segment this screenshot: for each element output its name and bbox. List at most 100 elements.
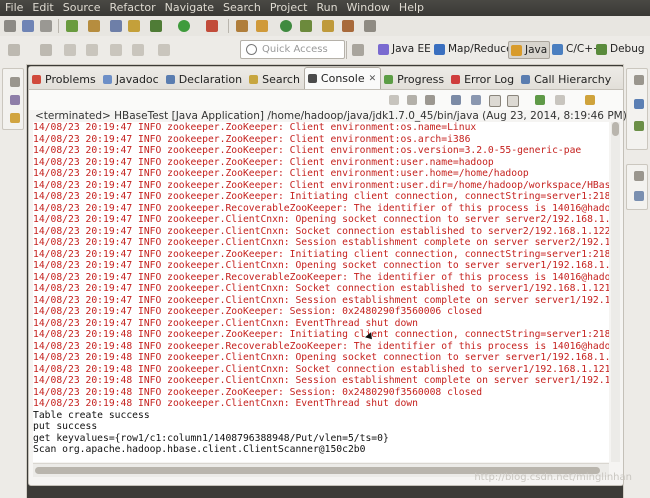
pin-console-icon[interactable] xyxy=(535,95,545,105)
console-line-stdout: put success xyxy=(33,421,98,432)
tool-icon[interactable] xyxy=(88,20,100,32)
show-on-stdout-icon[interactable] xyxy=(489,95,501,107)
perspective-label: Java xyxy=(525,44,548,56)
console-line-stderr: 14/08/23 20:19:48 INFO zookeeper.ClientC… xyxy=(33,363,609,375)
quick-access-placeholder: Quick Access xyxy=(262,44,328,55)
error-log-icon xyxy=(451,74,461,84)
menu-help[interactable]: Help xyxy=(394,0,428,16)
search-icon xyxy=(249,74,259,84)
console-view: Problems Javadoc Declaration Search Console ✕… xyxy=(28,66,627,486)
print-icon[interactable] xyxy=(40,20,52,32)
nav-back-icon[interactable] xyxy=(132,44,144,56)
back-icon[interactable] xyxy=(8,44,20,56)
new-icon[interactable] xyxy=(4,20,16,32)
menu-run[interactable]: Run xyxy=(311,0,341,16)
console-line-stderr: 14/08/23 20:19:47 INFO zookeeper.ClientC… xyxy=(33,294,609,306)
scroll-thumb[interactable] xyxy=(612,122,619,136)
clear-console-icon[interactable] xyxy=(451,95,461,105)
quick-access-field[interactable]: Quick Access xyxy=(240,40,345,59)
close-icon[interactable]: ✕ xyxy=(369,74,377,84)
vertical-scrollbar[interactable] xyxy=(611,122,620,462)
open-type-icon[interactable] xyxy=(300,20,312,32)
menu-search[interactable]: Search xyxy=(218,0,265,16)
call-hierarchy-icon xyxy=(521,74,531,84)
javadoc-icon xyxy=(102,74,112,84)
console-line-stderr: 14/08/23 20:19:47 INFO zookeeper.ZooKeep… xyxy=(33,122,477,133)
forward-icon[interactable] xyxy=(40,44,52,56)
tab-declaration[interactable]: Declaration xyxy=(163,69,246,89)
progress-icon xyxy=(384,74,394,84)
restore-icon[interactable] xyxy=(10,77,20,87)
menu-edit[interactable]: Edit xyxy=(27,0,57,16)
menu-window[interactable]: Window xyxy=(342,0,394,16)
terminate-icon[interactable] xyxy=(389,95,399,105)
tab-call-hierarchy[interactable]: Call Hierarchy xyxy=(518,69,615,89)
run-icon[interactable] xyxy=(178,20,190,32)
scroll-lock-icon[interactable] xyxy=(471,95,481,105)
task-list-icon[interactable] xyxy=(634,99,644,109)
console-line-stderr: 14/08/23 20:19:47 INFO zookeeper.ZooKeep… xyxy=(33,133,471,145)
console-output[interactable]: 14/08/23 20:19:47 INFO zookeeper.ZooKeep… xyxy=(33,122,609,462)
console-line-stderr: 14/08/23 20:19:47 INFO zookeeper.ZooKeep… xyxy=(33,156,494,168)
perspective-c-c-[interactable]: C/C++ xyxy=(552,41,602,57)
console-line-stderr: 14/08/23 20:19:48 INFO zookeeper.ClientC… xyxy=(33,352,609,363)
open-console-icon[interactable] xyxy=(585,95,595,105)
debug-perspective-icon xyxy=(596,43,607,55)
perspective-map-reduce[interactable]: Map/Reduce xyxy=(434,41,513,57)
console-line-stdout: Table create success xyxy=(33,409,150,421)
save-icon[interactable] xyxy=(22,20,34,32)
remove-launch-icon[interactable] xyxy=(407,95,417,105)
tab-console[interactable]: Console ✕ xyxy=(303,67,382,89)
remove-all-icon[interactable] xyxy=(425,95,435,105)
tab-problems[interactable]: Problems xyxy=(29,69,100,89)
build-icon[interactable] xyxy=(128,20,140,32)
open-perspective-icon[interactable] xyxy=(352,44,364,56)
debug-run-icon[interactable] xyxy=(150,20,162,32)
tab-error-log[interactable]: Error Log xyxy=(448,69,518,89)
next-annotation-icon[interactable] xyxy=(64,44,76,56)
last-edit-icon[interactable] xyxy=(110,44,122,56)
tab-label: Call Hierarchy xyxy=(534,72,612,86)
new-java-project-icon[interactable] xyxy=(236,20,248,32)
new-class-icon[interactable] xyxy=(280,20,292,32)
search-toolbar-icon[interactable] xyxy=(322,20,334,32)
new-package-icon[interactable] xyxy=(256,20,268,32)
cpp-perspective-icon xyxy=(552,43,563,55)
menu-file[interactable]: File xyxy=(0,0,27,16)
debug-icon[interactable] xyxy=(66,20,78,32)
annotation-icon[interactable] xyxy=(364,20,376,32)
menu-refactor[interactable]: Refactor xyxy=(105,0,160,16)
navigator-icon[interactable] xyxy=(10,113,20,123)
minimized-view-icon[interactable] xyxy=(634,191,644,201)
server-icon[interactable] xyxy=(110,20,122,32)
perspective-debug[interactable]: Debug xyxy=(596,41,645,57)
package-explorer-icon[interactable] xyxy=(10,95,20,105)
run-external-icon[interactable] xyxy=(206,20,218,32)
tab-label: Search xyxy=(262,72,300,86)
prev-annotation-icon[interactable] xyxy=(86,44,98,56)
restore-icon[interactable] xyxy=(634,171,644,181)
console-line-stdout: get keyvalues={row1/c1:column1/140879638… xyxy=(33,432,389,444)
perspective-java[interactable]: Java xyxy=(508,41,551,59)
perspective-java-ee[interactable]: Java EE xyxy=(378,41,431,57)
display-console-icon[interactable] xyxy=(555,95,565,105)
console-line-stderr: 14/08/23 20:19:47 INFO zookeeper.ClientC… xyxy=(33,283,609,294)
tab-label: Error Log xyxy=(464,72,515,86)
watermark: http://blog.csdn.net/minglinhan xyxy=(474,472,632,483)
tab-progress[interactable]: Progress xyxy=(381,69,448,89)
tab-javadoc[interactable]: Javadoc xyxy=(100,69,163,89)
nav-forward-icon[interactable] xyxy=(158,44,170,56)
restore-icon[interactable] xyxy=(634,75,644,85)
tab-search[interactable]: Search xyxy=(246,69,304,89)
perspective-label: Debug xyxy=(610,43,645,55)
menu-source[interactable]: Source xyxy=(58,0,105,16)
console-line-stderr: 14/08/23 20:19:47 INFO zookeeper.ZooKeep… xyxy=(33,145,582,156)
show-on-stderr-icon[interactable] xyxy=(507,95,519,107)
menu-project[interactable]: Project xyxy=(265,0,312,16)
menu-navigate[interactable]: Navigate xyxy=(160,0,218,16)
outline-icon[interactable] xyxy=(634,121,644,131)
declaration-icon xyxy=(165,74,175,84)
tab-label: Console xyxy=(320,72,365,85)
console-line-stderr: 14/08/23 20:19:47 INFO zookeeper.Recover… xyxy=(33,271,609,283)
toggle-mark-icon[interactable] xyxy=(342,20,354,32)
